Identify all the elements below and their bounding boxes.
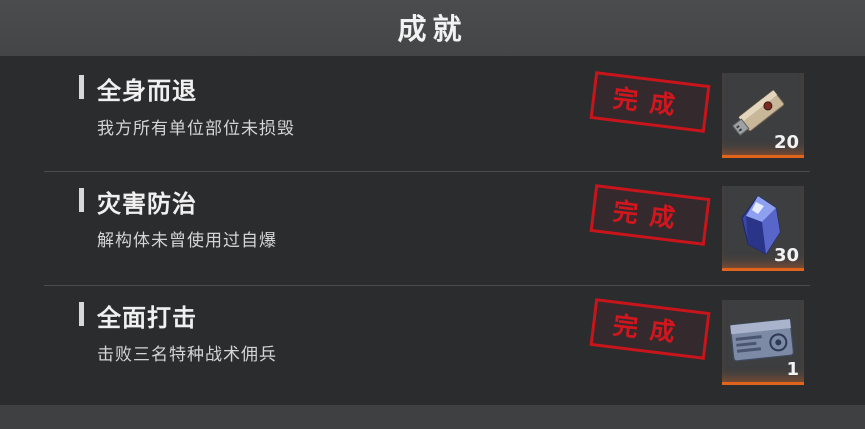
footer-bar: [0, 405, 865, 429]
achievement-title: 全面打击: [97, 304, 197, 332]
achievement-title: 全身而退: [97, 77, 197, 105]
reward-count: 1: [786, 359, 799, 380]
achievement-row: 全面打击 击败三名特种战术佣兵 完成 1: [0, 286, 865, 399]
complete-stamp: 完成: [589, 71, 711, 133]
reward-slot[interactable]: 1: [722, 300, 804, 385]
complete-stamp: 完成: [589, 298, 711, 360]
reward-count: 30: [773, 245, 799, 266]
achievement-description: 击败三名特种战术佣兵: [97, 345, 277, 365]
achievement-description: 我方所有单位部位未损毁: [97, 119, 295, 139]
reward-slot[interactable]: 30: [722, 186, 804, 271]
title-marker: [79, 302, 84, 326]
achievement-title: 灾害防治: [97, 190, 197, 218]
achievement-list: 全身而退 我方所有单位部位未损毁 完成 20 灾害防治 解构体未曾使用过自爆 完…: [0, 56, 865, 405]
title-marker: [79, 75, 84, 99]
reward-slot[interactable]: 20: [722, 73, 804, 158]
complete-stamp: 完成: [589, 184, 711, 246]
page-title: 成就: [397, 12, 468, 46]
header-bar: 成就: [0, 0, 865, 56]
achievement-row: 全身而退 我方所有单位部位未损毁 完成 20: [0, 56, 865, 169]
achievement-row: 灾害防治 解构体未曾使用过自爆 完成 30: [0, 172, 865, 285]
achievement-description: 解构体未曾使用过自爆: [97, 231, 277, 251]
reward-count: 20: [773, 132, 799, 153]
title-marker: [79, 188, 84, 212]
